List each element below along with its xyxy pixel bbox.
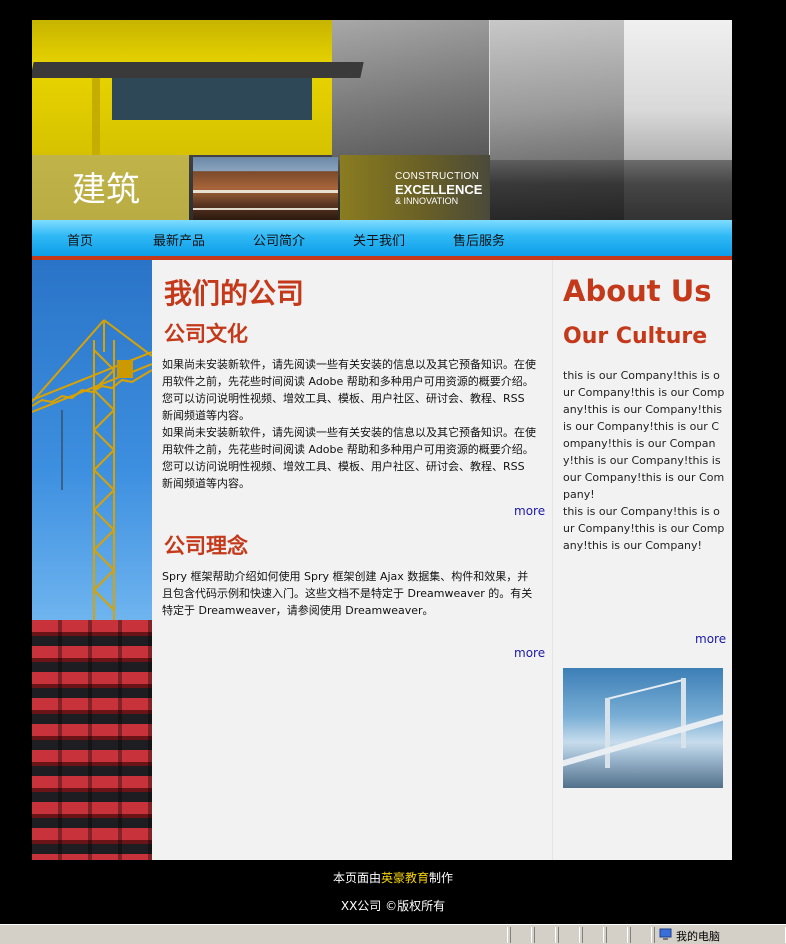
house-photo	[193, 157, 338, 220]
philosophy-paragraph: Spry 框架帮助介绍如何使用 Spry 框架创建 Ajax 数据集、构件和效果…	[162, 570, 533, 617]
sidebar-more-link[interactable]: more	[695, 632, 726, 646]
crane-drawing	[32, 319, 152, 620]
footer-highlight-link[interactable]: 英豪教育	[381, 871, 429, 885]
nav-item-profile[interactable]: 公司简介	[253, 230, 305, 249]
footer-copyright: XX公司 ©版权所有	[340, 899, 446, 913]
bridge-image	[563, 668, 723, 788]
main-content: 我们的公司 公司文化 如果尚未安装新软件，请先阅读一些有关安装的信息以及其它预备…	[152, 260, 552, 860]
sidebar-heading: About Us	[563, 274, 712, 308]
nav-item-products[interactable]: 最新产品	[153, 230, 205, 249]
tagline-line-1: CONSTRUCTION	[395, 171, 480, 182]
sidebar: About Us Our Culture this is our Company…	[552, 260, 732, 860]
browser-status-bar: 我的电脑	[0, 924, 786, 944]
main-nav: 首页 最新产品 公司简介 关于我们 售后服务	[32, 220, 732, 256]
section-title-culture: 公司文化	[164, 321, 248, 346]
footer-credit: 本页面由英豪教育制作	[0, 869, 786, 886]
header-title: 建筑	[72, 170, 140, 210]
header-banner: 建筑 CONSTRUCTION EXCELLENCE & INNOVATION	[32, 20, 732, 220]
culture-paragraph-2: 如果尚未安装新软件，请先阅读一些有关安装的信息以及其它预备知识。在使用软件之前，…	[162, 426, 536, 490]
philosophy-more-link[interactable]: more	[514, 646, 545, 660]
culture-paragraph-1: 如果尚未安装新软件，请先阅读一些有关安装的信息以及其它预备知识。在使用软件之前，…	[162, 358, 536, 422]
culture-more-link[interactable]: more	[514, 504, 545, 518]
header-tagline: CONSTRUCTION EXCELLENCE & INNOVATION	[395, 172, 482, 206]
tagline-line-2: EXCELLENCE	[395, 182, 483, 197]
sidebar-subheading: Our Culture	[563, 324, 708, 349]
footer-suffix: 制作	[429, 871, 454, 885]
section-title-philosophy: 公司理念	[164, 533, 248, 558]
nav-item-service[interactable]: 售后服务	[453, 230, 505, 249]
tagline-line-3: & INNOVATION	[395, 196, 459, 206]
crane-image	[32, 260, 152, 860]
page-title: 我们的公司	[164, 277, 305, 310]
sidebar-text: this is our Company!this is our Company!…	[563, 369, 725, 552]
status-zone-label: 我的电脑	[676, 930, 720, 943]
nav-item-home[interactable]: 首页	[67, 230, 93, 249]
footer-prefix: 本页面由	[332, 871, 381, 885]
nav-item-about[interactable]: 关于我们	[353, 230, 405, 249]
page-container: 建筑 CONSTRUCTION EXCELLENCE & INNOVATION …	[32, 20, 732, 860]
computer-icon	[659, 928, 672, 940]
